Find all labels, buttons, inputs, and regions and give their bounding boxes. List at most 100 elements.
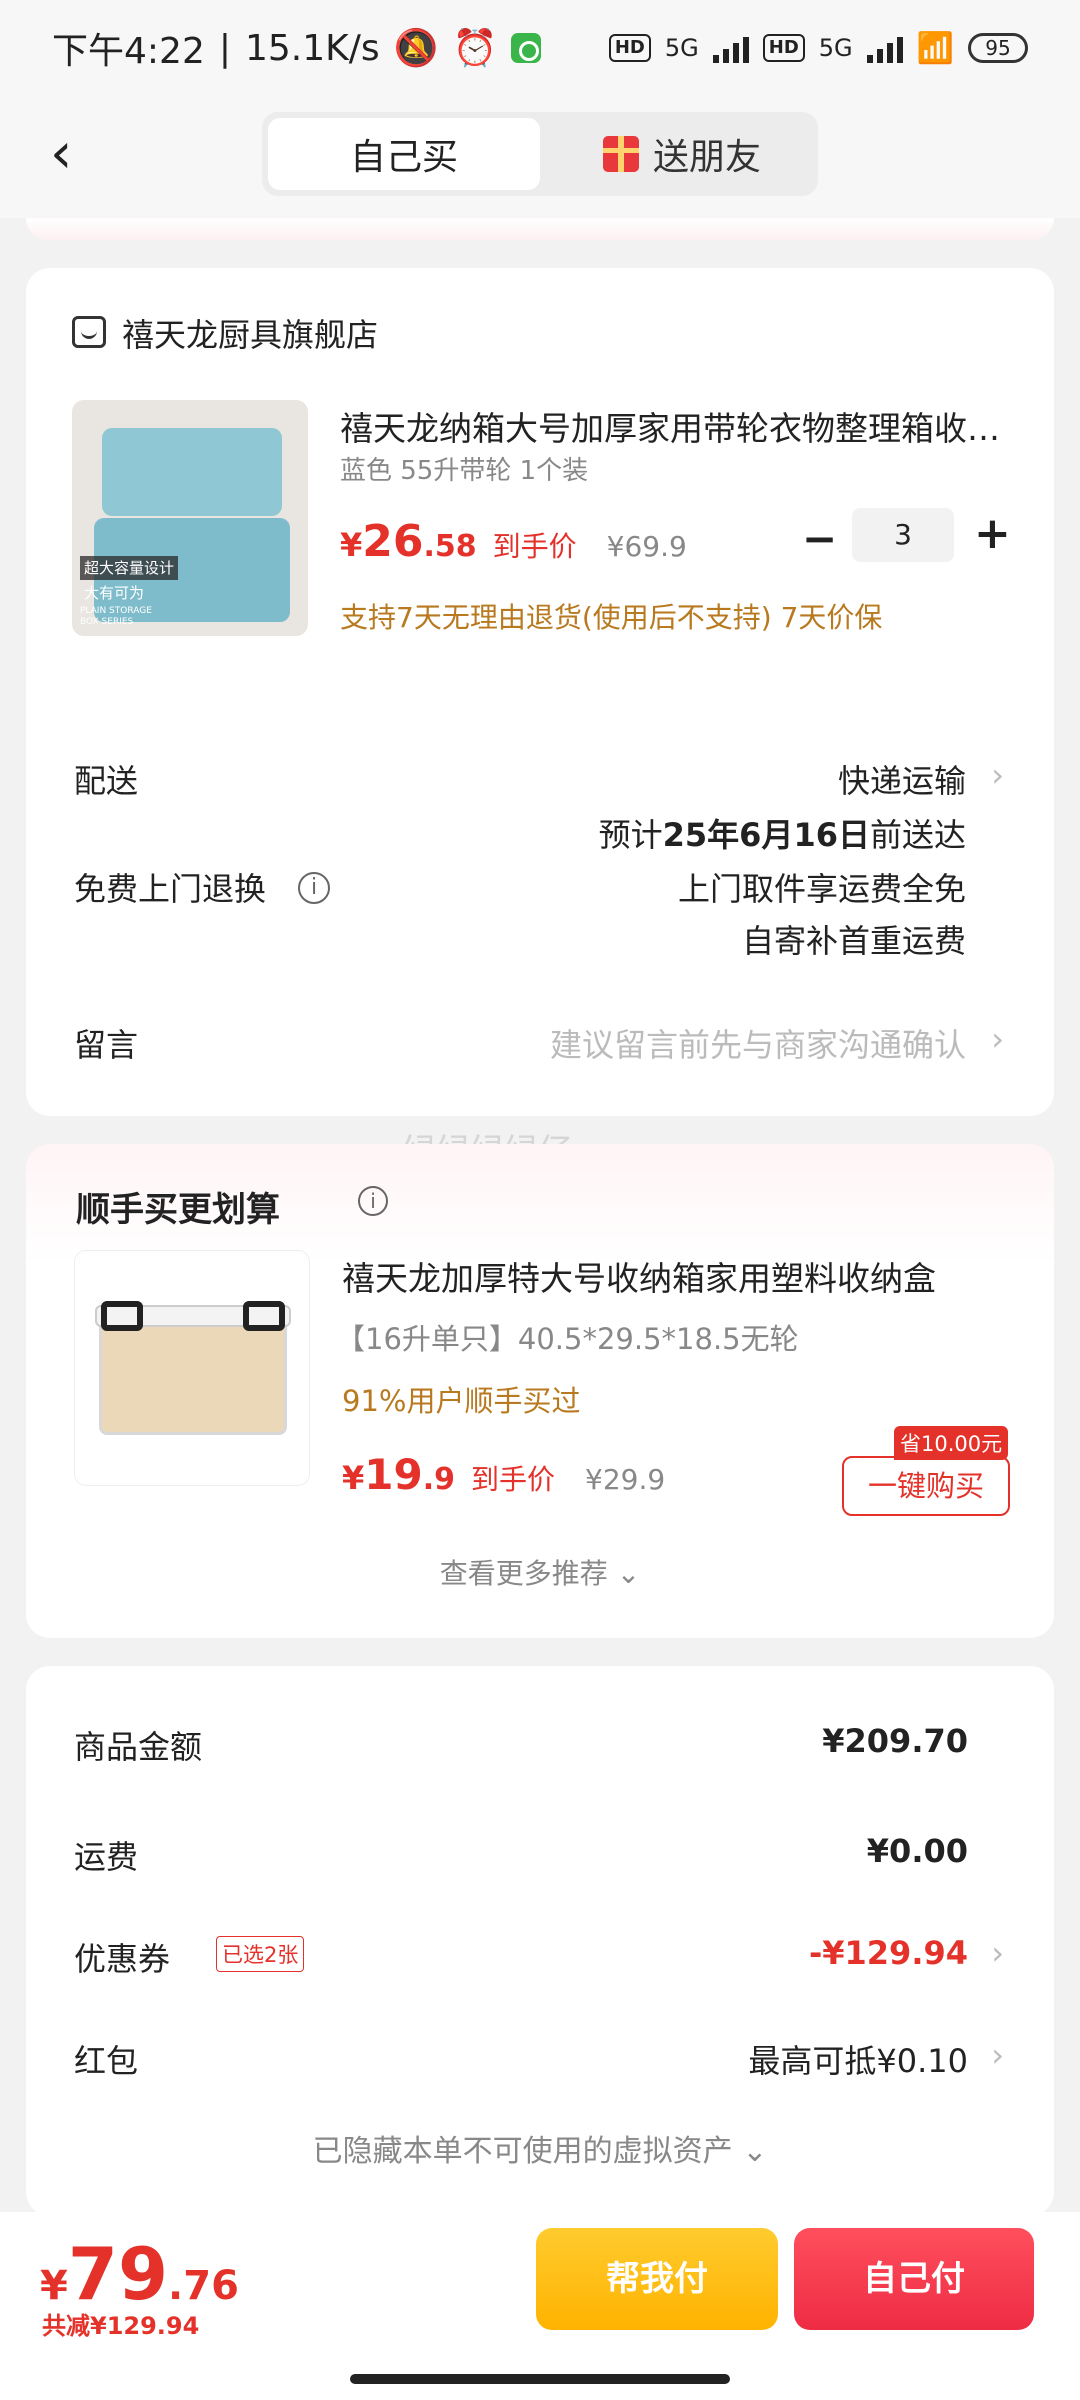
info-icon[interactable]: i bbox=[298, 872, 330, 904]
original-price: ¥69.9 bbox=[606, 530, 687, 563]
view-more-label: 查看更多推荐 bbox=[439, 1557, 608, 1590]
bell-muted-icon: 🔕 bbox=[393, 28, 439, 69]
storage-box-graphic bbox=[99, 1317, 287, 1435]
purchase-mode-switch: 自己买 送朋友 bbox=[262, 112, 818, 196]
signal-icon bbox=[712, 33, 749, 63]
recommend-product-spec: 【16升单只】40.5*29.5*18.5无轮 bbox=[336, 1322, 799, 1356]
checkout-bar: ¥ 79 .76 共减¥129.94 帮我付 自己付 bbox=[0, 2212, 1080, 2400]
product-image[interactable]: 超大容量设计 大有可为 PLAIN STORAGE BOX SERIES bbox=[72, 400, 308, 636]
decrease-quantity-button[interactable]: − bbox=[802, 514, 837, 563]
chevron-left-icon[interactable]: ‹ bbox=[50, 126, 106, 186]
shipping-label: 运费 bbox=[74, 1838, 139, 1876]
price-label: 到手价 bbox=[492, 530, 577, 563]
box-handle-graphic bbox=[101, 1301, 143, 1331]
goods-amount-label: 商品金额 bbox=[74, 1728, 203, 1766]
tab-gift-label: 送朋友 bbox=[652, 137, 761, 178]
chevron-right-icon[interactable]: › bbox=[991, 2036, 1004, 2074]
delivery-label: 配送 bbox=[74, 762, 139, 800]
recommend-product-image[interactable] bbox=[74, 1250, 310, 1486]
delivery-eta: 预计25年6月16日前送达 bbox=[599, 810, 966, 856]
tab-self-buy[interactable]: 自己买 bbox=[268, 118, 540, 190]
status-bar: 下午4:22 | 15.1K/s 🔕 ⏰ HD 5G HD 5G 📶 95 bbox=[0, 0, 1080, 96]
store-icon bbox=[72, 316, 106, 348]
image-tag-2: 大有可为 bbox=[84, 584, 145, 602]
price-currency: ¥ bbox=[342, 1459, 365, 1497]
redpacket-value[interactable]: 最高可抵¥0.10 bbox=[748, 2036, 968, 2082]
network-type-label: 5G bbox=[664, 34, 699, 62]
self-pay-button[interactable]: 自己付 bbox=[794, 2228, 1034, 2330]
eta-suffix: 前送达 bbox=[869, 816, 966, 854]
network-type-label-2: 5G bbox=[818, 34, 853, 62]
goods-amount-value: ¥209.70 bbox=[822, 1722, 968, 1760]
hd-icon-2: HD bbox=[762, 34, 805, 62]
hd-icon: HD bbox=[608, 34, 651, 62]
total-price: ¥ 79 .76 bbox=[40, 2232, 239, 2316]
image-tag: 超大容量设计 bbox=[80, 556, 179, 580]
chevron-down-icon: ⌄ bbox=[616, 1557, 641, 1590]
product-title[interactable]: 禧天龙纳箱大号加厚家用带轮衣物整理箱收纳箱 bbox=[340, 402, 1000, 450]
summary-card: 商品金额 ¥209.70 运费 ¥0.00 优惠券 已选2张 -¥129.94 … bbox=[26, 1666, 1054, 2216]
chevron-right-icon[interactable]: › bbox=[991, 1934, 1004, 1972]
price-label: 到手价 bbox=[471, 1463, 556, 1496]
box-handle-graphic bbox=[243, 1301, 285, 1331]
price-decimal: .9 bbox=[422, 1462, 455, 1497]
battery-icon: 95 bbox=[968, 33, 1028, 63]
original-price: ¥29.9 bbox=[585, 1463, 666, 1496]
free-return-label: 免费上门退换 bbox=[74, 870, 267, 908]
help-pay-button[interactable]: 帮我付 bbox=[536, 2228, 778, 2330]
recommend-price: ¥ 19 .9 到手价 ¥29.9 bbox=[342, 1450, 665, 1499]
one-click-buy-button[interactable]: 一键购买 bbox=[842, 1456, 1010, 1516]
product-price: ¥ 26 .58 到手价 ¥69.9 bbox=[340, 516, 687, 567]
gift-icon bbox=[602, 136, 639, 172]
total-discount: 共减¥129.94 bbox=[42, 2312, 200, 2340]
recommend-card: 顺手买更划算 i 禧天龙加厚特大号收纳箱家用塑料收纳盒 【16升单只】40.5*… bbox=[26, 1144, 1054, 1638]
total-integer: 79 bbox=[67, 2232, 169, 2316]
top-nav: ‹ 自己买 送朋友 bbox=[0, 96, 1080, 218]
image-series-text: PLAIN STORAGE BOX SERIES bbox=[80, 606, 152, 627]
order-card: 禧天龙厨具旗舰店 超大容量设计 大有可为 PLAIN STORAGE BOX S… bbox=[26, 268, 1054, 1116]
app-notification-icon bbox=[511, 33, 542, 63]
return-policy-text: 支持7天无理由退货(使用后不支持) 7天价保 bbox=[340, 601, 883, 634]
total-currency: ¥ bbox=[40, 2263, 68, 2309]
wifi-icon: 📶 bbox=[916, 30, 954, 66]
price-decimal: .58 bbox=[423, 529, 477, 564]
signal-icon-2 bbox=[866, 33, 903, 63]
shipping-value: ¥0.00 bbox=[866, 1832, 968, 1870]
status-time: 下午4:22 bbox=[52, 31, 205, 72]
product-spec[interactable]: 蓝色 55升带轮 1个装 bbox=[340, 450, 588, 487]
network-speed: 15.1K/s bbox=[244, 27, 380, 69]
hidden-assets-toggle[interactable]: 已隐藏本单不可使用的虚拟资产 ⌄ bbox=[26, 2126, 1054, 2170]
info-icon[interactable]: i bbox=[358, 1186, 388, 1216]
price-integer: 26 bbox=[362, 516, 424, 567]
recommend-bought-rate: 91%用户顺手买过 bbox=[342, 1384, 581, 1418]
return-self-send-text: 自寄补首重运费 bbox=[741, 922, 966, 960]
chevron-down-icon: ⌄ bbox=[742, 2134, 768, 2169]
recommend-product-title[interactable]: 禧天龙加厚特大号收纳箱家用塑料收纳盒 bbox=[342, 1252, 1008, 1300]
view-more-recommend-button[interactable]: 查看更多推荐 ⌄ bbox=[26, 1552, 1054, 1592]
price-currency: ¥ bbox=[340, 526, 363, 564]
chevron-right-icon[interactable]: › bbox=[991, 756, 1004, 794]
increase-quantity-button[interactable]: + bbox=[974, 508, 1011, 559]
coupon-label: 优惠券 bbox=[74, 1940, 171, 1978]
message-input[interactable]: 建议留言前先与商家沟通确认 bbox=[550, 1020, 966, 1066]
total-decimal: .76 bbox=[168, 2263, 239, 2309]
coupon-selected-badge: 已选2张 bbox=[216, 1936, 305, 1972]
header-decoration bbox=[26, 218, 1054, 240]
alarm-clock-icon: ⏰ bbox=[452, 28, 498, 69]
delivery-method[interactable]: 快递运输 bbox=[838, 756, 966, 802]
tab-gift-friend[interactable]: 送朋友 bbox=[552, 118, 812, 190]
return-pickup-text: 上门取件享运费全免 bbox=[677, 870, 966, 908]
storage-box-top-graphic bbox=[102, 428, 282, 516]
recommend-title: 顺手买更划算 bbox=[76, 1190, 280, 1230]
store-name[interactable]: 禧天龙厨具旗舰店 bbox=[122, 310, 378, 356]
price-integer: 19 bbox=[364, 1450, 423, 1499]
redpacket-label: 红包 bbox=[74, 2042, 139, 2080]
quantity-field[interactable]: 3 bbox=[852, 508, 954, 562]
coupon-value[interactable]: -¥129.94 bbox=[809, 1934, 968, 1972]
home-indicator[interactable] bbox=[350, 2374, 730, 2384]
eta-date: 25年6月16日 bbox=[662, 816, 870, 854]
chevron-right-icon[interactable]: › bbox=[991, 1020, 1004, 1058]
save-amount-badge: 省10.00元 bbox=[894, 1426, 1009, 1460]
hidden-assets-label: 已隐藏本单不可使用的虚拟资产 bbox=[312, 2134, 733, 2169]
message-label: 留言 bbox=[74, 1026, 139, 1064]
